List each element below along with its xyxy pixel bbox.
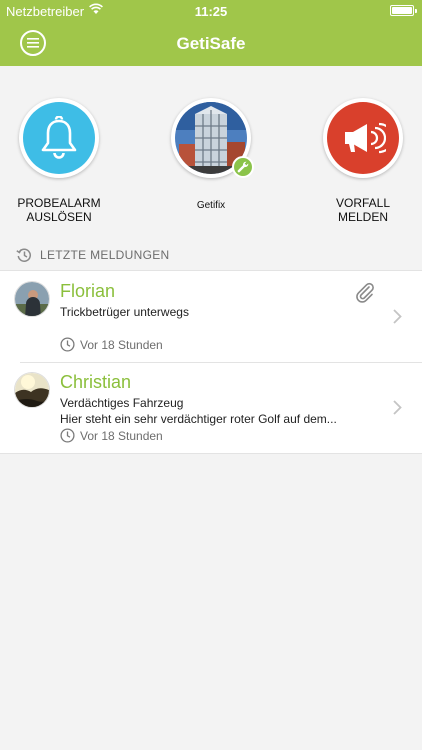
report-incident-circle [323, 98, 403, 178]
recent-reports-title: LETZTE MELDUNGEN [40, 248, 170, 262]
report-subject: Verdächtiges Fahrzeug [60, 396, 184, 410]
location-label: Getifix [196, 200, 226, 211]
status-bar: Netzbetreiber 11:25 [0, 0, 422, 22]
bell-icon [41, 116, 77, 159]
clock-icon [60, 337, 75, 352]
test-alarm-label: PROBEALARM AUSLÖSEN [0, 196, 119, 224]
report-incident-label: VORFALL MELDEN [303, 196, 422, 224]
chevron-right-icon [393, 309, 402, 324]
list-item[interactable]: Florian Trickbetrüger unterwegs Vor 18 S… [0, 271, 422, 362]
sender-name: Florian [60, 281, 116, 301]
page-title: GetiSafe [176, 34, 246, 53]
test-alarm-label-line1: PROBEALARM [17, 196, 101, 210]
test-alarm-button[interactable]: PROBEALARM AUSLÖSEN [0, 98, 119, 224]
wrench-icon [237, 161, 249, 173]
battery-icon [390, 5, 417, 16]
recent-reports-header: LETZTE MELDUNGEN [16, 246, 169, 264]
report-time: Vor 18 Stunden [60, 428, 163, 443]
nav-bar: GetiSafe [0, 22, 422, 66]
report-time: Vor 18 Stunden [60, 337, 163, 352]
history-icon [16, 248, 31, 262]
avatar [14, 372, 50, 408]
report-incident-label-line1: VORFALL [335, 196, 391, 210]
avatar [14, 281, 50, 317]
test-alarm-circle [19, 98, 99, 178]
report-incident-button[interactable]: VORFALL MELDEN [303, 98, 422, 224]
location-photo [171, 98, 254, 178]
report-subject: Trickbetrüger unterwegs [60, 305, 189, 319]
clock-icon [60, 428, 75, 443]
report-incident-label-line2: MELDEN [337, 210, 388, 224]
report-time-text: Vor 18 Stunden [80, 337, 163, 352]
test-alarm-label-line2: AUSLÖSEN [26, 210, 92, 224]
megaphone-icon [345, 122, 386, 154]
report-list: Florian Trickbetrüger unterwegs Vor 18 S… [0, 270, 422, 454]
report-time-text: Vor 18 Stunden [80, 428, 163, 443]
attachment-icon [356, 282, 374, 303]
location-button[interactable]: Getifix [151, 98, 271, 211]
quick-actions: PROBEALARM AUSLÖSEN Getifix VORFALL MELD… [0, 66, 422, 236]
list-item[interactable]: Christian Verdächtiges Fahrzeug Hier ste… [0, 362, 422, 453]
chevron-right-icon [393, 400, 402, 415]
report-preview: Hier steht ein sehr verdächtiger roter G… [60, 412, 337, 426]
wrench-badge [232, 156, 254, 178]
clock: 11:25 [194, 4, 228, 19]
sender-name: Christian [60, 372, 132, 392]
